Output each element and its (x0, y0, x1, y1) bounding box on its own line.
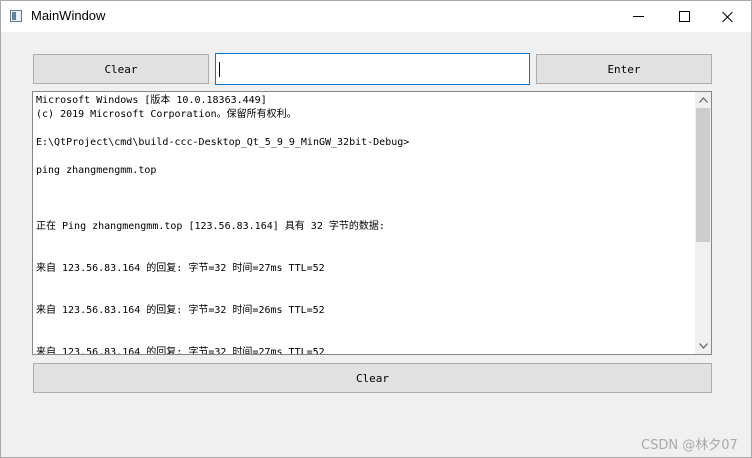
clear-button-bottom[interactable]: Clear (33, 363, 712, 393)
minimize-icon (632, 16, 644, 17)
chevron-up-icon (698, 97, 708, 103)
minimize-button[interactable] (615, 1, 661, 32)
output-line: E:\QtProject\cmd\build-ccc-Desktop_Qt_5_… (36, 137, 410, 148)
watermark: CSDN @林夕07 (641, 438, 738, 453)
output-line: Microsoft Windows [版本 10.0.18363.449] (36, 95, 267, 106)
text-caret (219, 62, 220, 77)
clear-button-top[interactable]: Clear (33, 54, 209, 84)
close-button[interactable] (705, 1, 751, 32)
close-icon (722, 11, 734, 23)
enter-button[interactable]: Enter (536, 54, 712, 84)
output-line: 正在 Ping zhangmengmm.top [123.56.83.164] … (36, 221, 385, 232)
output-text-area[interactable]: Microsoft Windows [版本 10.0.18363.449] (c)… (32, 91, 712, 355)
scrollbar-thumb[interactable] (696, 108, 710, 242)
output-text: Microsoft Windows [版本 10.0.18363.449] (c)… (36, 94, 692, 355)
command-input[interactable] (215, 53, 530, 85)
scroll-up-button[interactable] (695, 92, 711, 108)
chevron-down-icon (698, 343, 708, 349)
window-title: MainWindow (31, 8, 106, 23)
app-window-icon (10, 10, 22, 22)
title-bar[interactable]: MainWindow (1, 1, 751, 32)
maximize-button[interactable] (661, 1, 707, 32)
output-line: (c) 2019 Microsoft Corporation。保留所有权利。 (36, 109, 297, 120)
output-line: 来自 123.56.83.164 的回复: 字节=32 时间=27ms TTL=… (36, 347, 325, 355)
scroll-down-button[interactable] (695, 338, 711, 354)
vertical-scrollbar[interactable] (695, 92, 711, 354)
output-line: ping zhangmengmm.top (36, 165, 157, 176)
output-line: 来自 123.56.83.164 的回复: 字节=32 时间=27ms TTL=… (36, 263, 325, 274)
maximize-icon (678, 11, 690, 22)
output-line: 来自 123.56.83.164 的回复: 字节=32 时间=26ms TTL=… (36, 305, 325, 316)
